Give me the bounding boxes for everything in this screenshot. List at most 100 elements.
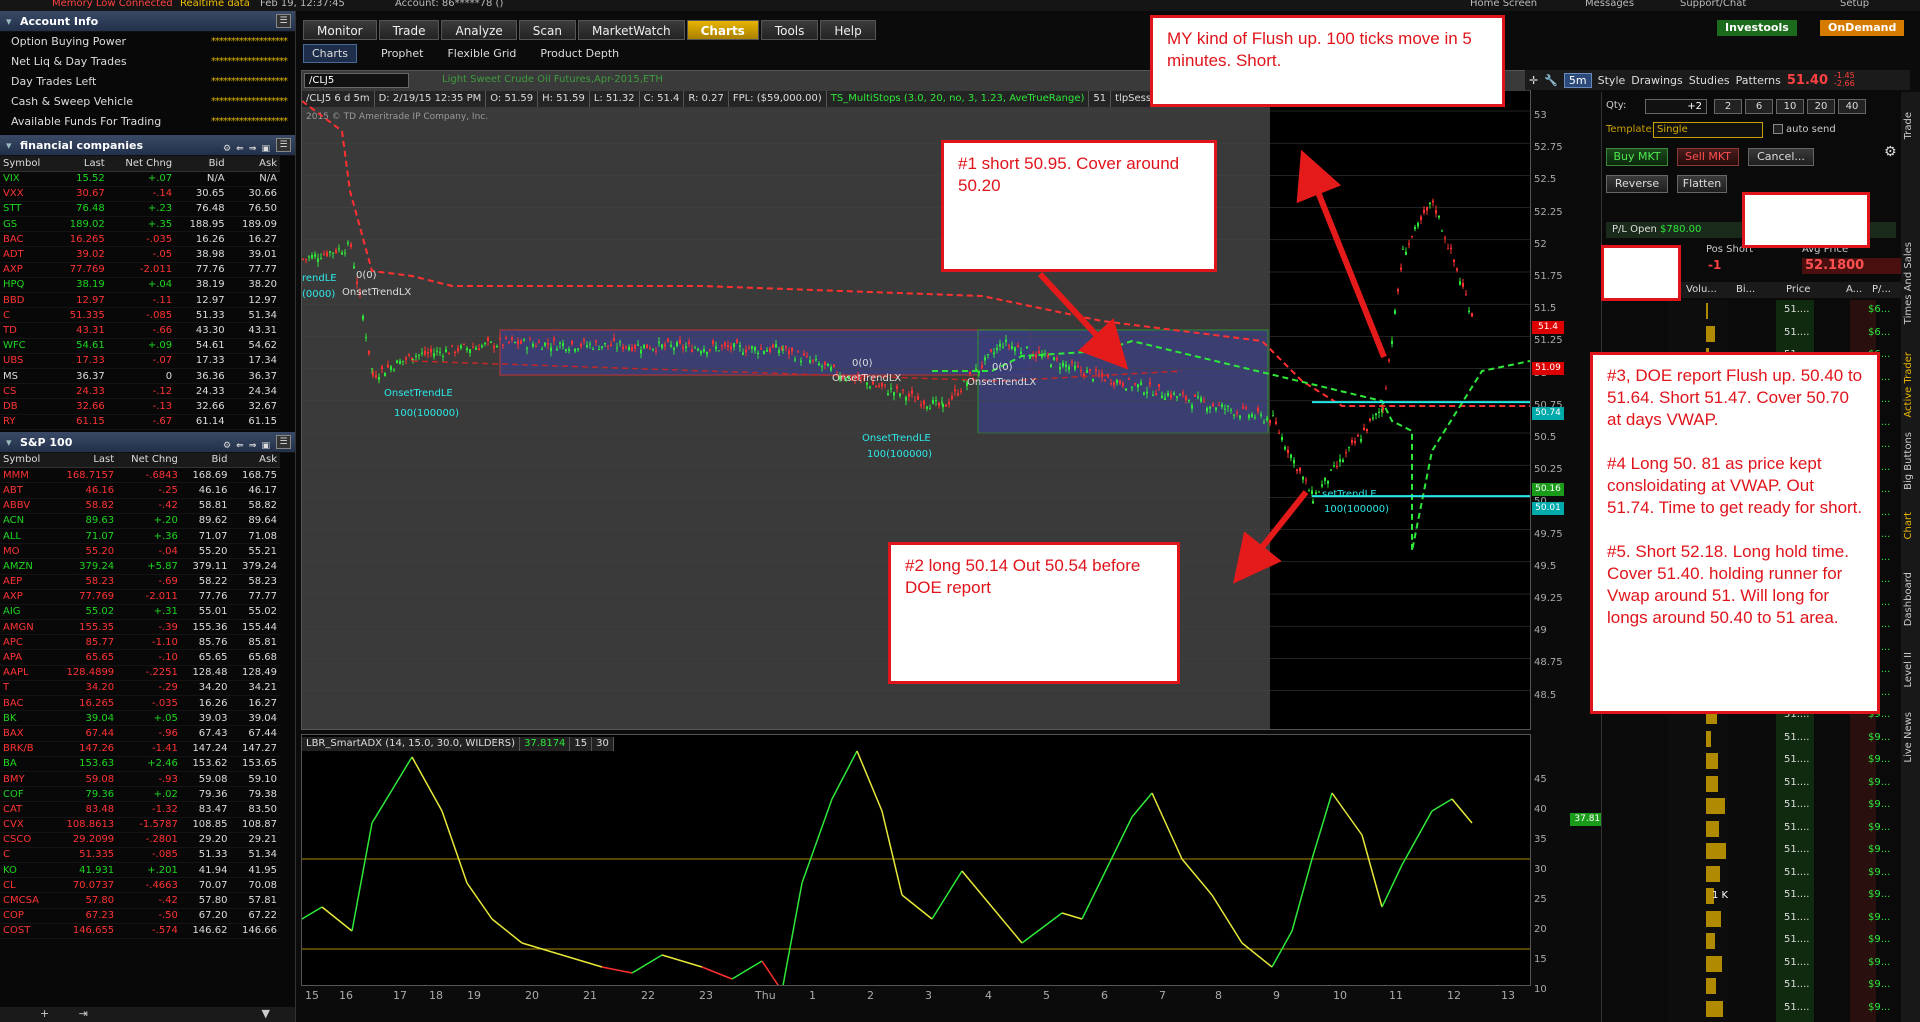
ladder-row[interactable]: 51.... $9... [1606,930,1901,952]
table-row[interactable]: BAC 16.265 -.035 16.26 16.27 [0,231,280,248]
qty-preset-button[interactable]: 2 [1714,99,1742,114]
table-row[interactable]: BAC 16.265 -.035 16.26 16.27 [0,695,280,712]
table-row[interactable]: COP 67.23 -.50 67.20 67.22 [0,908,280,924]
tab-charts[interactable]: Charts [686,20,759,40]
table-row[interactable]: UBS 17.33 -.07 17.33 17.34 [0,353,280,369]
table-row[interactable]: RY 61.15 -.67 61.14 61.15 [0,414,280,430]
table-row[interactable]: BRK/B 147.26 -1.41 147.24 147.27 [0,741,280,757]
table-row[interactable]: ABT 46.16 -.25 46.16 46.17 [0,482,280,499]
sell-mkt-button[interactable]: Sell MKT [1677,148,1739,166]
side-tab-level-ii[interactable]: Level II [1903,652,1914,687]
table-row[interactable]: AXP 77.769 -2.011 77.76 77.77 [0,262,280,278]
table-row[interactable]: MMM 168.7157 -.6843 168.69 168.75 [0,467,280,484]
tab-analyze[interactable]: Analyze [441,20,517,40]
split-icon[interactable]: ⇥ [79,1007,88,1020]
table-row[interactable]: GS 189.02 +.35 188.95 189.09 [0,216,280,233]
auto-send-checkbox[interactable]: auto send [1773,124,1836,135]
side-tab-chart[interactable]: Chart [1903,512,1914,539]
tab-scan[interactable]: Scan [518,20,576,40]
ladder-row[interactable]: 51.... $9... [1606,908,1901,930]
cancel-button[interactable]: Cancel... [1748,148,1814,166]
ladder-row[interactable]: 51.... $9... [1606,818,1901,840]
table-row[interactable]: STT 76.48 +.23 76.48 76.50 [0,201,280,218]
ladder-row[interactable]: 51.... $9... [1606,975,1901,997]
ladder-row[interactable]: 51.... $9... [1606,885,1901,907]
ladder-row[interactable]: 51.... $9... [1606,728,1901,750]
gear-icon[interactable]: ⚙ [1884,144,1897,160]
table-row[interactable]: C 51.335 -.085 51.33 51.34 [0,307,280,324]
tab-marketwatch[interactable]: MarketWatch [577,20,685,40]
subtab-prophet[interactable]: Prophet [381,47,424,60]
ladder-row[interactable]: 51.... $6... [1606,323,1901,345]
table-row[interactable]: VXX 30.67 -.14 30.65 30.66 [0,186,280,202]
table-row[interactable]: ACN 89.63 +.20 89.62 89.64 [0,513,280,529]
drawings-button[interactable]: Drawings [1631,74,1682,87]
table-row[interactable]: MO 55.20 -.04 55.20 55.21 [0,543,280,560]
ladder-row[interactable]: 51.... $9... [1606,795,1901,817]
reverse-button[interactable]: Reverse [1606,175,1668,193]
messages-link[interactable]: Messages [1585,0,1634,9]
table-row[interactable]: AEP 58.23 -.69 58.22 58.23 [0,574,280,590]
patterns-button[interactable]: Patterns [1736,74,1781,87]
side-tab-trade[interactable]: Trade [1903,112,1914,139]
crosshair-icon[interactable]: ✛ [1529,74,1538,87]
investools-button[interactable]: Investools [1717,20,1797,36]
qty-preset-button[interactable]: 6 [1745,99,1773,114]
ladder-row[interactable]: 51.... $9... [1606,773,1901,795]
table-row[interactable]: AXP 77.769 -2.011 77.76 77.77 [0,589,280,605]
table-row[interactable]: APA 65.65 -.10 65.65 65.68 [0,649,280,666]
table-row[interactable]: C 51.335 -.085 51.33 51.34 [0,847,280,864]
ladder-row[interactable]: 51.... $9... [1606,750,1901,772]
table-row[interactable]: VIX 15.52 +.07 N/A N/A [0,171,280,187]
column-header[interactable]: Last [52,452,118,469]
ladder-row[interactable]: 51.... $9... [1606,863,1901,885]
table-row[interactable]: CSCO 29.2099 -.2801 29.20 29.21 [0,832,280,848]
timeframe-button[interactable]: 5m [1563,72,1592,88]
setup-link[interactable]: Setup [1840,0,1869,9]
table-row[interactable]: TD 43.31 -.66 43.30 43.31 [0,322,280,339]
ondemand-button[interactable]: OnDemand [1820,20,1905,36]
table-row[interactable]: MS 36.37 0 36.36 36.37 [0,368,280,385]
wrench-icon[interactable]: 🔧 [1544,74,1558,87]
template-select[interactable]: Single [1653,122,1763,138]
tab-monitor[interactable]: Monitor [303,20,377,40]
chevron-down-icon[interactable]: ▼ [261,1007,269,1020]
table-row[interactable]: CMCSA 57.80 -.42 57.80 57.81 [0,892,280,909]
home-screen-link[interactable]: Home Screen [1470,0,1537,9]
ladder-row[interactable]: 51.... $6... [1606,300,1901,322]
tab-help[interactable]: Help [820,20,876,40]
panel-menu-icon[interactable]: ☰ [276,138,291,152]
table-row[interactable]: BMY 59.08 -.93 59.08 59.10 [0,771,280,788]
qty-preset-button[interactable]: 10 [1776,99,1804,114]
table-row[interactable]: BK 39.04 +.05 39.03 39.04 [0,710,280,727]
qty-preset-button[interactable]: 20 [1807,99,1835,114]
table-row[interactable]: ADT 39.02 -.05 38.98 39.01 [0,246,280,263]
add-icon[interactable]: + [40,1007,49,1020]
subtab-product-depth[interactable]: Product Depth [540,47,619,60]
table-row[interactable]: CL 70.0737 -.4663 70.07 70.08 [0,877,280,894]
column-header[interactable]: Symbol [0,452,53,469]
side-tab-live-news[interactable]: Live News [1903,712,1914,763]
table-row[interactable]: AIG 55.02 +.31 55.01 55.02 [0,604,280,621]
table-row[interactable]: ALL 71.07 +.36 71.07 71.08 [0,528,280,545]
table-row[interactable]: CS 24.33 -.12 24.33 24.34 [0,383,280,400]
table-row[interactable]: APC 85.77 -1.10 85.76 85.81 [0,634,280,651]
tab-trade[interactable]: Trade [378,20,440,40]
table-row[interactable]: KO 41.931 +.201 41.94 41.95 [0,862,280,879]
studies-button[interactable]: Studies [1689,74,1730,87]
column-header[interactable]: Net Chng [117,452,181,469]
table-row[interactable]: BBD 12.97 -.11 12.97 12.97 [0,292,280,309]
subtab-charts[interactable]: Charts [303,43,357,63]
column-header[interactable]: Ask [227,156,280,172]
table-row[interactable]: COF 79.36 +.02 79.36 79.38 [0,786,280,803]
table-row[interactable]: WFC 54.61 +.09 54.61 54.62 [0,338,280,354]
column-header[interactable]: Ask [230,452,280,469]
table-row[interactable]: CAT 83.48 -1.32 83.47 83.50 [0,801,280,818]
ladder-row[interactable]: 51.... $9... [1606,840,1901,862]
panel-menu-icon[interactable]: ☰ [276,14,291,28]
side-tab-big-buttons[interactable]: Big Buttons [1903,432,1914,490]
ladder-row[interactable]: 51.... $9... [1606,998,1901,1020]
account-info-header[interactable]: ▾ Account Info ☰ [0,11,295,32]
column-header[interactable]: Bid [180,452,231,469]
side-tab-active-trader[interactable]: Active Trader [1903,352,1914,418]
